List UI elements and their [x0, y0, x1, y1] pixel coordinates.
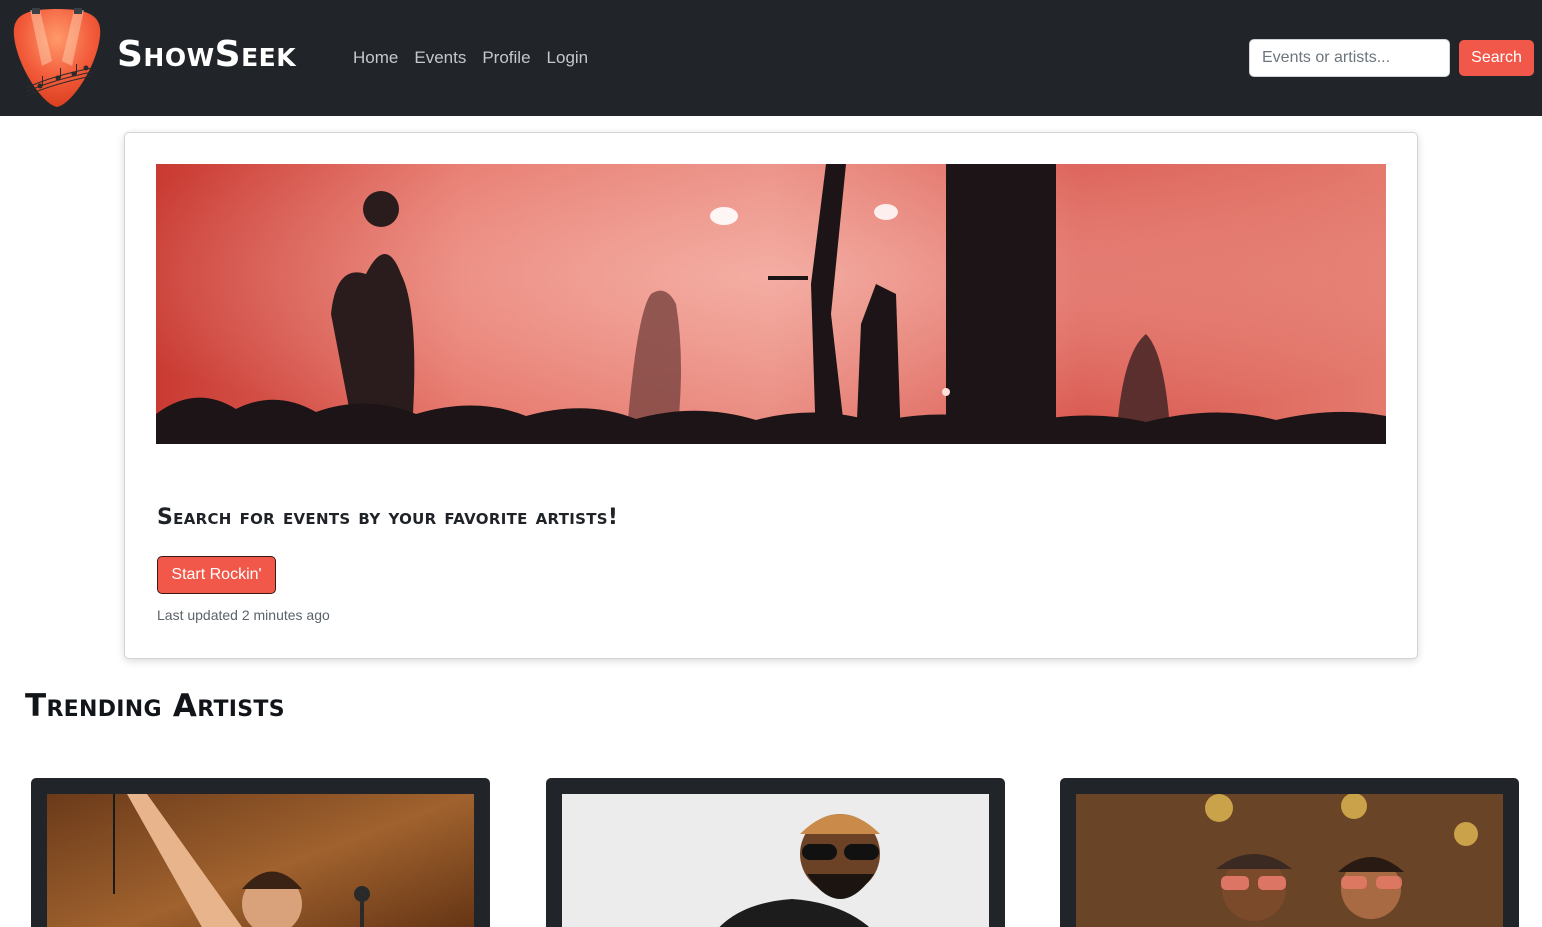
nav-link-login[interactable]: Login	[547, 47, 589, 69]
search-button[interactable]: Search	[1459, 40, 1534, 76]
hero-title: Search for events by your favorite artis…	[157, 505, 619, 530]
artist-card[interactable]	[31, 778, 490, 927]
brand-name[interactable]: ShowSeek	[117, 30, 296, 80]
hero-card: Search for events by your favorite artis…	[124, 132, 1418, 659]
navbar: ShowSeek Home Events Profile Login Searc…	[0, 0, 1542, 116]
trending-artists-heading: Trending Artists	[25, 688, 285, 724]
nav-link-profile[interactable]: Profile	[482, 47, 530, 69]
nav-links: Home Events Profile Login	[353, 47, 588, 69]
artist-photo[interactable]	[562, 794, 989, 927]
nav-link-events[interactable]: Events	[414, 47, 466, 69]
search-input[interactable]	[1249, 39, 1450, 77]
artist-card[interactable]	[1060, 778, 1519, 927]
artist-card[interactable]	[546, 778, 1005, 927]
start-rockin-button[interactable]: Start Rockin'	[157, 556, 276, 594]
guitar-pick-logo-icon[interactable]	[12, 6, 102, 109]
nav-link-home[interactable]: Home	[353, 47, 398, 69]
concert-hero-image	[156, 164, 1386, 444]
last-updated-text: Last updated 2 minutes ago	[157, 607, 330, 623]
artist-photo[interactable]	[47, 794, 474, 927]
artist-photo[interactable]	[1076, 794, 1503, 927]
